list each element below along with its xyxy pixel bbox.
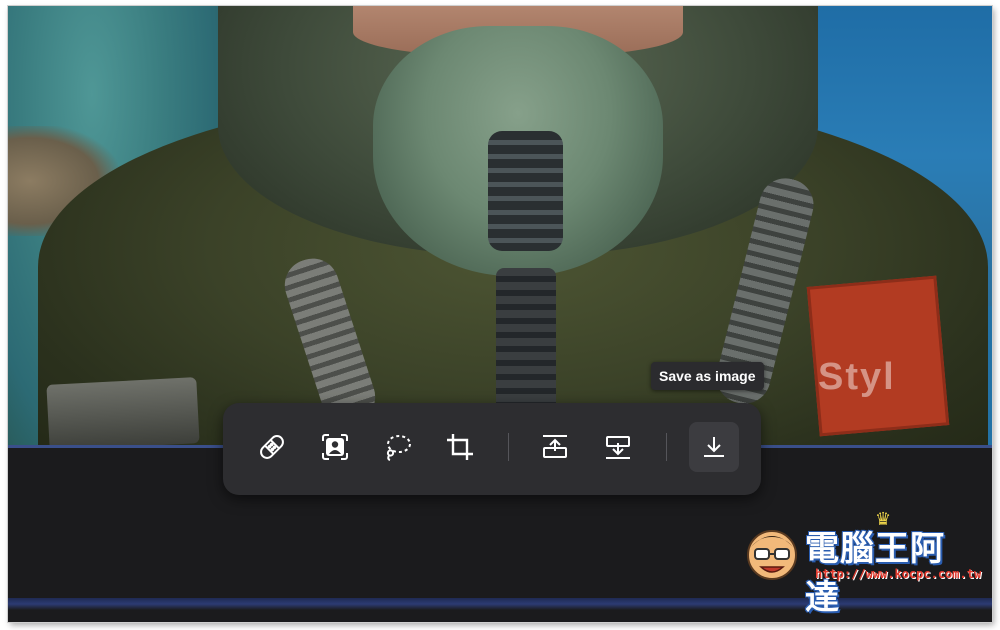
lasso-select-button[interactable]	[373, 422, 423, 472]
image-buckle	[46, 377, 200, 447]
save-as-image-button[interactable]	[689, 422, 739, 472]
subject-select-button[interactable]	[310, 422, 360, 472]
mascot-face-icon	[747, 530, 797, 580]
crop-button[interactable]	[435, 422, 485, 472]
site-logo: ♛ 電腦王阿達 http://www.kocpc.com.tw	[745, 509, 981, 618]
expand-down-icon	[606, 436, 630, 459]
lasso-icon	[386, 435, 411, 461]
save-tooltip: Save as image	[651, 362, 764, 390]
toolbar-separator	[666, 433, 667, 461]
bandage-icon	[260, 435, 284, 459]
image-mask-valve	[488, 131, 563, 251]
logo-url: http://www.kocpc.com.tw	[815, 567, 982, 581]
person-select-icon	[322, 434, 348, 460]
healing-tool-button[interactable]	[247, 422, 297, 472]
edit-toolbar	[223, 403, 761, 495]
toolbar-separator	[508, 433, 509, 461]
crop-icon	[447, 434, 473, 460]
image-watermark: Styl	[818, 356, 896, 398]
expand-down-button[interactable]	[593, 422, 643, 472]
canvas-image[interactable]: Styl	[8, 6, 992, 447]
download-icon	[704, 437, 724, 457]
expand-up-button[interactable]	[530, 422, 580, 472]
expand-up-icon	[543, 435, 567, 458]
